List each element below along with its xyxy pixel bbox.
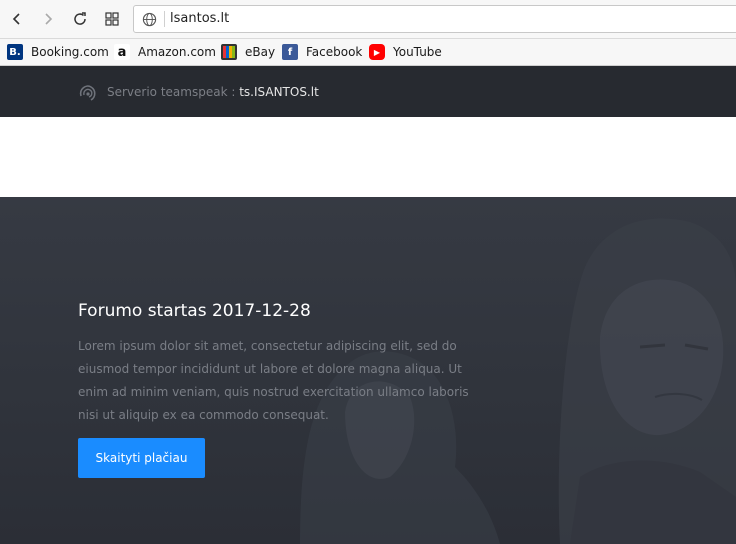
reload-icon: [74, 12, 86, 25]
white-band: [0, 117, 736, 197]
back-arrow-icon: [12, 13, 20, 25]
bookmark-label: YouTube: [393, 45, 442, 59]
grid-icon: [105, 12, 119, 26]
facebook-icon: f: [282, 44, 298, 60]
bookmark-ebay[interactable]: eBay: [221, 43, 275, 61]
address-separator: [164, 11, 165, 27]
hero-description: Lorem ipsum dolor sit amet, consectetur …: [78, 339, 469, 422]
ebay-icon: [221, 44, 237, 60]
bookmarks-bar: B. Booking.com a Amazon.com eBay f Faceb…: [0, 39, 736, 66]
forward-button[interactable]: [35, 6, 61, 32]
hero-section: Forumo startas 2017-12-28 Lorem ipsum do…: [0, 197, 736, 544]
browser-toolbar: lsantos.lt: [0, 0, 736, 39]
bookmark-youtube[interactable]: ▶ YouTube: [369, 43, 442, 61]
read-more-button[interactable]: Skaityti plačiau: [78, 438, 205, 478]
bookmark-label: eBay: [245, 45, 276, 59]
address-bar[interactable]: lsantos.lt: [133, 5, 736, 33]
teamspeak-server-info: Serverio teamspeak : ts.ISANTOS.lt: [107, 85, 319, 99]
booking-icon: B.: [7, 44, 23, 60]
hero-title: Forumo startas 2017-12-28: [78, 301, 311, 321]
amazon-icon: a: [114, 44, 130, 60]
bookmark-facebook[interactable]: f Facebook: [282, 43, 362, 61]
forward-arrow-icon: [45, 13, 53, 25]
bookmark-booking[interactable]: B. Booking.com: [7, 43, 109, 61]
youtube-icon: ▶: [369, 44, 385, 60]
bookmark-label: Booking.com: [31, 45, 109, 59]
teamspeak-icon: [79, 85, 96, 101]
back-button[interactable]: [4, 6, 30, 32]
tabs-grid-button[interactable]: [99, 6, 125, 32]
url-text[interactable]: lsantos.lt: [170, 11, 229, 26]
reload-button[interactable]: [67, 6, 93, 32]
globe-icon: [142, 12, 157, 27]
site-top-bar: Serverio teamspeak : ts.ISANTOS.lt: [0, 66, 736, 117]
bookmark-label: Amazon.com: [138, 45, 216, 59]
bookmark-amazon[interactable]: a Amazon.com: [114, 43, 216, 61]
bookmark-label: Facebook: [306, 45, 363, 59]
teamspeak-host[interactable]: ts.ISANTOS.lt: [239, 85, 319, 99]
teamspeak-label: Serverio teamspeak :: [107, 85, 240, 99]
